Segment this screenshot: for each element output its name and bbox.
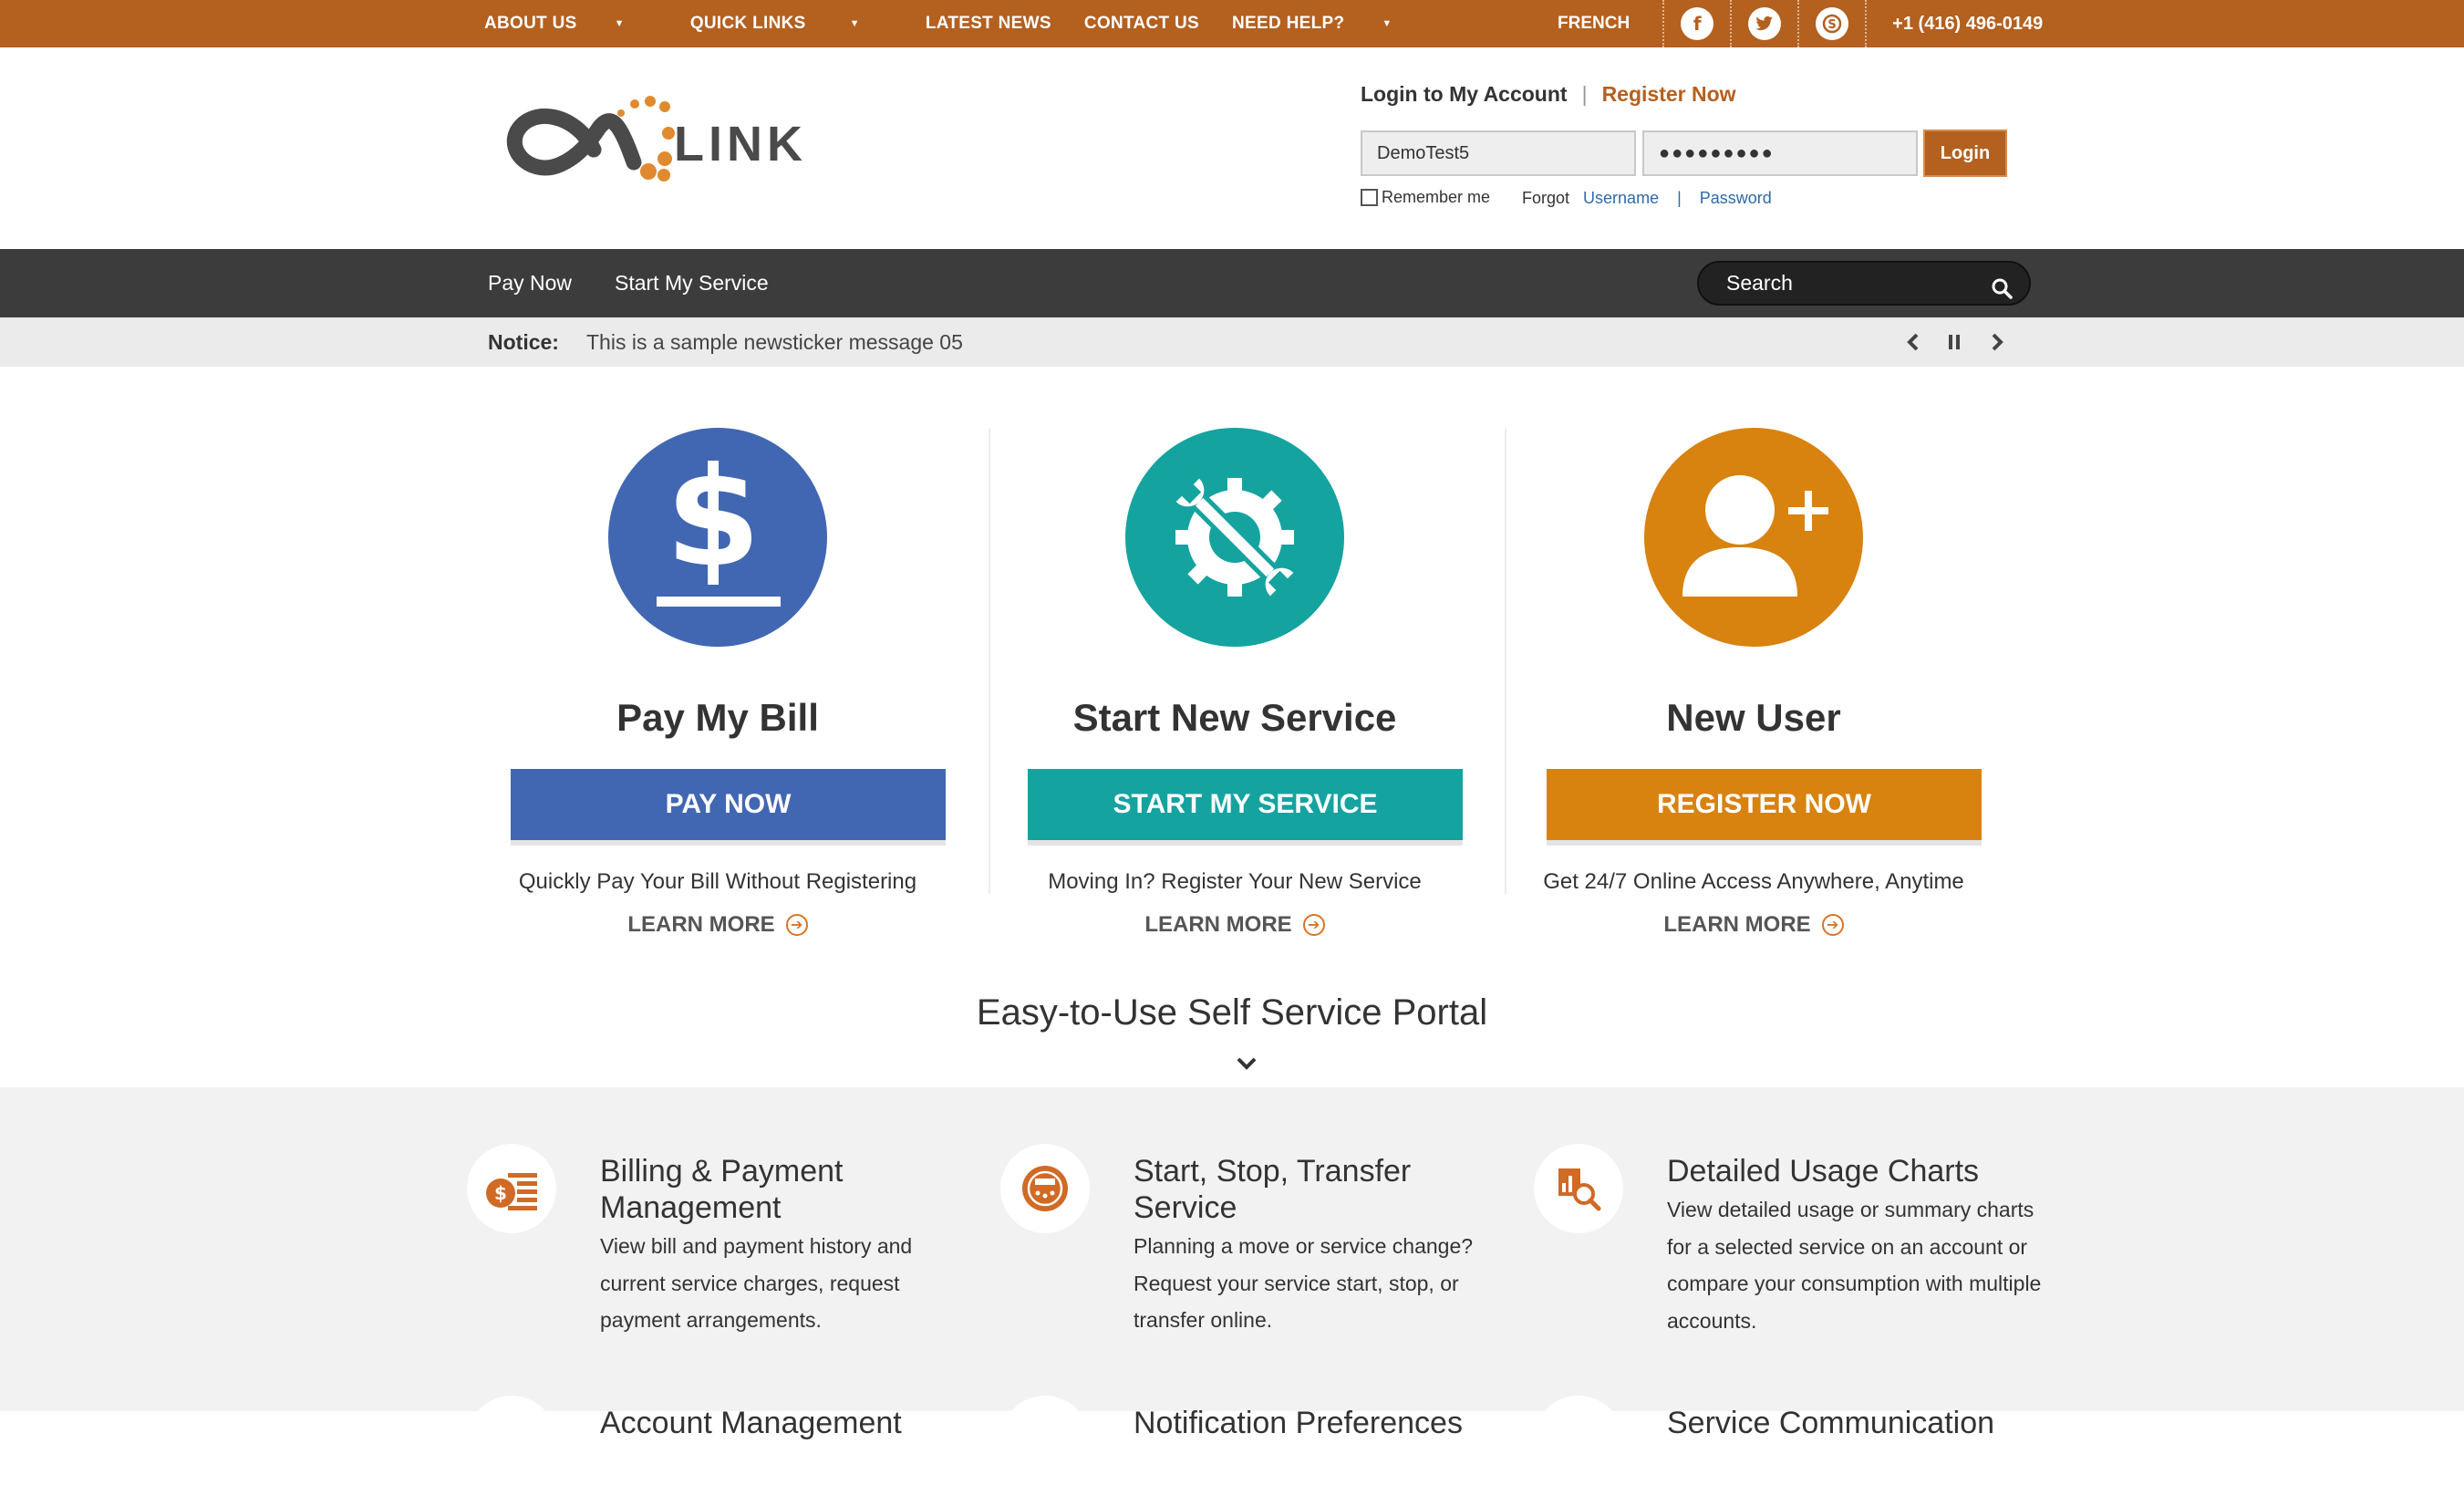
billing-icon: $ — [467, 1144, 556, 1233]
forgot-credentials: Forgot Username | Password — [1522, 189, 1772, 208]
arrow-right-circle-icon: ➔ — [785, 914, 808, 936]
learn-more-label: LEARN MORE — [627, 912, 775, 937]
top-nav-about-us[interactable]: ABOUT US ▼ — [484, 14, 657, 34]
search-placeholder: Search — [1726, 271, 1793, 295]
feature-start-new-service: Start New Service START MY SERVICE Movin… — [989, 424, 1481, 949]
service-description: View detailed usage or summary charts fo… — [1667, 1198, 2042, 1333]
meter-icon — [1000, 1144, 1090, 1233]
arrow-right-circle-icon: ➔ — [1821, 914, 1844, 936]
service-description: View bill and payment history and curren… — [600, 1234, 913, 1332]
username-field[interactable]: DemoTest5 — [1361, 130, 1636, 176]
remember-me-label: Remember me — [1382, 188, 1491, 206]
learn-more-link[interactable]: LEARN MORE ➔ — [471, 912, 964, 938]
ticker-label: Notice: — [488, 330, 559, 354]
remember-me-checkbox[interactable] — [1361, 189, 1378, 206]
portal-heading: Easy-to-Use Self Service Portal — [976, 992, 1488, 1033]
forgot-separator: | — [1677, 189, 1682, 207]
learn-more-label: LEARN MORE — [1663, 912, 1811, 937]
forgot-label: Forgot — [1522, 189, 1570, 207]
arrow-right-circle-icon: ➔ — [1302, 914, 1325, 936]
service-title: Detailed Usage Charts — [1667, 1154, 1980, 1189]
feature-title: Pay My Bill — [616, 696, 819, 739]
feature-new-user: New User REGISTER NOW Get 24/7 Online Ac… — [1507, 424, 2000, 949]
communication-icon — [1534, 1396, 1623, 1485]
account-icon — [467, 1396, 556, 1485]
feature-description: Moving In? Register Your New Service — [1048, 869, 1422, 894]
register-link[interactable]: Register Now — [1602, 82, 1736, 106]
column-divider — [1505, 429, 1506, 894]
twitter-icon[interactable] — [1748, 7, 1782, 40]
feature-description: Quickly Pay Your Bill Without Registerin… — [518, 869, 917, 894]
service-title: Billing & Payment Management — [600, 1154, 844, 1225]
skype-icon[interactable]: S — [1816, 7, 1849, 40]
top-nav-label: QUICK LINKS — [689, 14, 806, 33]
top-nav: ABOUT US ▼ QUICK LINKS ▼ LATEST NEWS CONTA… — [484, 0, 1458, 47]
main-nav-pay-now[interactable]: Pay Now — [488, 249, 572, 317]
learn-more-link[interactable]: LEARN MORE ➔ — [989, 912, 1481, 938]
divider — [1730, 0, 1733, 47]
service-description: Planning a move or service change? Reque… — [1134, 1234, 1474, 1332]
search-icon[interactable] — [1991, 272, 2013, 313]
divider — [1662, 0, 1665, 47]
login-header: Login to My Account | Register Now — [1361, 82, 1736, 107]
caret-down-icon: ▼ — [849, 17, 860, 29]
add-user-icon[interactable] — [1644, 428, 1863, 647]
usage-chart-icon — [1534, 1144, 1623, 1233]
forgot-password-link[interactable]: Password — [1700, 189, 1772, 207]
pause-icon[interactable] — [1941, 328, 1968, 356]
chevron-left-icon[interactable] — [1900, 328, 1927, 356]
feature-description: Get 24/7 Online Access Anywhere, Anytime — [1543, 869, 1964, 894]
logo[interactable]: LINK — [504, 88, 814, 197]
search-input[interactable]: Search — [1697, 261, 2031, 306]
top-bar: ABOUT US ▼ QUICK LINKS ▼ LATEST NEWS CONTA… — [0, 0, 2464, 47]
svg-text:$: $ — [666, 460, 761, 597]
main-nav: Pay Now Start My Service — [0, 249, 2464, 317]
top-nav-contact-us[interactable]: CONTACT US — [1084, 14, 1199, 34]
chevron-down-icon[interactable] — [1236, 1056, 1258, 1075]
chevron-right-icon[interactable] — [1983, 328, 2011, 356]
forgot-username-link[interactable]: Username — [1583, 189, 1659, 207]
svg-text:$: $ — [494, 1182, 507, 1204]
gear-wrench-icon[interactable] — [1125, 428, 1344, 647]
top-bar-right: FRENCH f S +1 (416) 496-0149 — [1558, 0, 2043, 47]
dollar-icon[interactable]: $ — [608, 428, 827, 647]
top-nav-label: NEED HELP? — [1232, 14, 1345, 33]
top-nav-need-help[interactable]: NEED HELP? ▼ — [1232, 14, 1425, 34]
divider — [1865, 0, 1868, 47]
register-now-button[interactable]: REGISTER NOW — [1547, 769, 1982, 840]
remember-me: Remember me — [1361, 188, 1490, 207]
password-field[interactable]: ●●●●●●●●● — [1642, 130, 1918, 176]
login-button[interactable]: Login — [1923, 130, 2007, 177]
top-nav-latest-news[interactable]: LATEST NEWS — [926, 14, 1051, 34]
svg-text:S: S — [1827, 18, 1836, 32]
service-title: Notification Preferences — [1134, 1406, 1463, 1440]
login-title[interactable]: Login to My Account — [1361, 82, 1568, 106]
services-section: $ Billing & Payment Management View bill… — [0, 1087, 2464, 1485]
ticker-message[interactable]: This is a sample newsticker message 05 — [586, 317, 963, 367]
phone-number[interactable]: +1 (416) 496-0149 — [1892, 14, 2043, 35]
pay-now-button[interactable]: PAY NOW — [511, 769, 946, 840]
feature-pay-my-bill: $ Pay My Bill PAY NOW Quickly Pay Your B… — [471, 424, 964, 949]
service-title: Account Management — [600, 1406, 902, 1440]
facebook-icon[interactable]: f — [1681, 7, 1714, 40]
logo-text: LINK — [674, 117, 807, 171]
login-separator: | — [1581, 82, 1588, 106]
divider — [1797, 0, 1800, 47]
top-nav-quick-links[interactable]: QUICK LINKS ▼ — [690, 14, 893, 34]
learn-more-link[interactable]: LEARN MORE ➔ — [1507, 912, 2000, 938]
top-nav-label: ABOUT US — [484, 14, 577, 33]
news-ticker: Notice: This is a sample newsticker mess… — [0, 317, 2464, 367]
learn-more-label: LEARN MORE — [1144, 912, 1292, 937]
service-title: Start, Stop, Transfer Service — [1134, 1154, 1412, 1225]
feature-title: New User — [1666, 696, 1841, 739]
language-link[interactable]: FRENCH — [1558, 14, 1630, 34]
feature-title: Start New Service — [1072, 696, 1397, 739]
main-nav-start-my-service[interactable]: Start My Service — [615, 249, 769, 317]
start-my-service-button[interactable]: START MY SERVICE — [1028, 769, 1463, 840]
service-title: Service Communication — [1667, 1406, 1995, 1440]
notification-icon — [1000, 1396, 1090, 1485]
caret-down-icon: ▼ — [1382, 17, 1392, 29]
caret-down-icon: ▼ — [614, 17, 625, 29]
